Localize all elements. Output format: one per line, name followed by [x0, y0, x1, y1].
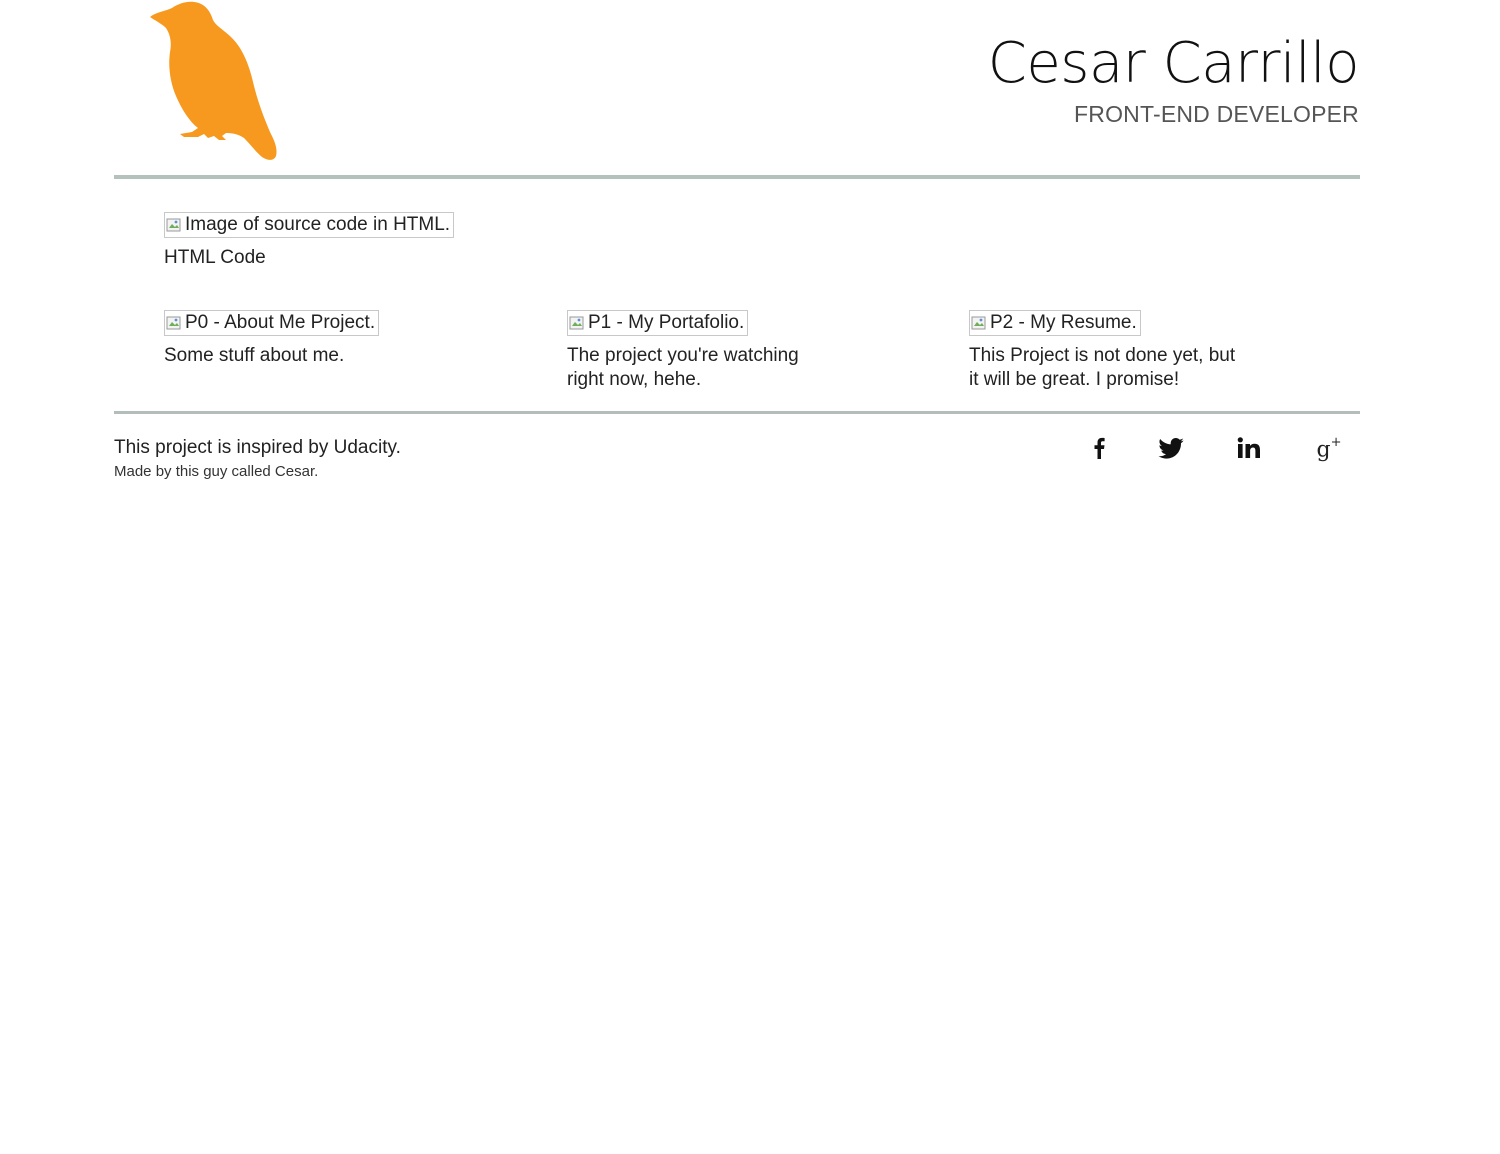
featured-caption: HTML Code — [164, 247, 266, 268]
broken-image-icon — [166, 315, 182, 331]
portfolio-page: Cesar Carrillo FRONT-END DEVELOPER Image… — [0, 0, 1500, 1154]
project-caption-line2: right now, hehe. — [567, 369, 702, 390]
footer-credit: This project is inspired by Udacity. — [114, 437, 401, 458]
footer-divider — [114, 411, 1360, 414]
linkedin-icon — [1237, 437, 1261, 459]
linkedin-link[interactable] — [1234, 433, 1264, 463]
broken-image-icon — [166, 217, 182, 233]
featured-image-alt: Image of source code in HTML. — [185, 214, 451, 235]
project-image-p0[interactable]: P0 - About Me Project. — [164, 310, 380, 336]
project-image-p2[interactable]: P2 - My Resume. — [969, 310, 1141, 336]
project-caption-line2: it will be great. I promise! — [969, 369, 1180, 390]
twitter-link[interactable] — [1156, 433, 1186, 463]
project-image-alt: P2 - My Resume. — [990, 312, 1137, 333]
project-image-alt: P1 - My Portafolio. — [588, 312, 745, 333]
facebook-icon — [1093, 437, 1105, 459]
project-image-p1[interactable]: P1 - My Portafolio. — [567, 310, 749, 336]
google-plus-icon: g+ — [1316, 435, 1342, 463]
project-caption-line1: The project you're watching — [567, 345, 799, 366]
broken-image-icon — [971, 315, 987, 331]
header-divider — [114, 175, 1360, 179]
google-plus-link[interactable]: g+ — [1312, 433, 1346, 463]
bird-logo-icon — [146, 0, 280, 162]
facebook-link[interactable] — [1084, 433, 1114, 463]
twitter-icon — [1158, 437, 1184, 459]
featured-image[interactable]: Image of source code in HTML. — [164, 212, 455, 238]
project-caption-line1: This Project is not done yet, but — [969, 345, 1236, 366]
broken-image-icon — [569, 315, 585, 331]
site-subtitle: FRONT-END DEVELOPER — [1074, 101, 1359, 127]
site-title: Cesar Carrillo — [987, 31, 1360, 96]
project-image-alt: P0 - About Me Project. — [185, 312, 376, 333]
footer-author: Made by this guy called Cesar. — [114, 463, 319, 480]
project-caption-line1: Some stuff about me. — [164, 345, 345, 366]
